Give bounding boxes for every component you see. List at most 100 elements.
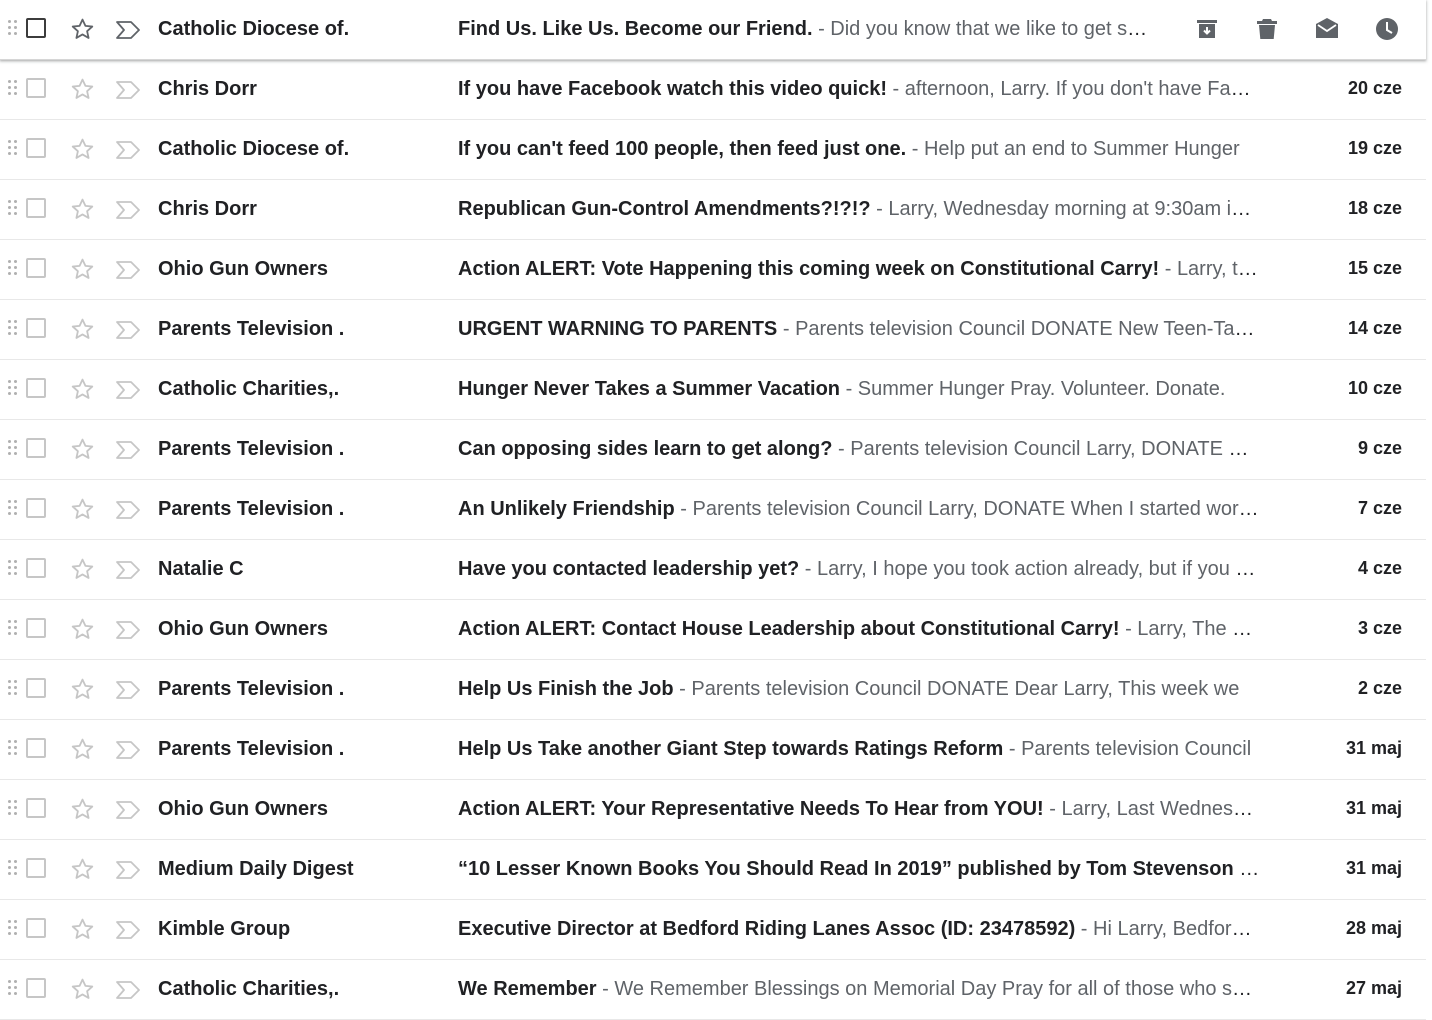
email-row[interactable]: Catholic Diocese of. Find Us. Like Us. B… [0,0,1426,60]
important-marker-icon[interactable] [114,19,142,41]
email-content[interactable]: Help Us Take another Giant Step towards … [458,738,1260,761]
select-checkbox[interactable] [26,738,46,758]
select-checkbox[interactable] [26,918,46,938]
email-row[interactable]: Ohio Gun Owners Action ALERT: Your Repre… [0,780,1426,840]
select-checkbox[interactable] [26,438,46,458]
important-marker-icon[interactable] [114,559,142,581]
email-row[interactable]: Parents Television . URGENT WARNING TO P… [0,300,1426,360]
important-marker-icon[interactable] [114,739,142,761]
star-icon[interactable] [69,136,96,163]
important-marker-icon[interactable] [114,679,142,701]
important-marker-icon[interactable] [114,979,142,1001]
email-content[interactable]: Executive Director at Bedford Riding Lan… [458,918,1260,941]
star-icon[interactable] [69,496,96,523]
drag-handle-icon[interactable] [8,379,18,401]
star-icon[interactable] [69,916,96,943]
email-content[interactable]: Can opposing sides learn to get along? -… [458,438,1260,461]
important-marker-icon[interactable] [114,799,142,821]
email-content[interactable]: Have you contacted leadership yet? - Lar… [458,558,1260,581]
select-checkbox[interactable] [26,678,46,698]
important-marker-icon[interactable] [114,199,142,221]
important-marker-icon[interactable] [114,319,142,341]
important-marker-icon[interactable] [114,379,142,401]
email-content[interactable]: An Unlikely Friendship - Parents televis… [458,498,1260,521]
email-content[interactable]: Action ALERT: Vote Happening this coming… [458,258,1260,281]
select-checkbox[interactable] [26,378,46,398]
star-icon[interactable] [69,676,96,703]
snooze-icon[interactable] [1370,12,1404,46]
drag-handle-icon[interactable] [8,799,18,821]
select-checkbox[interactable] [26,798,46,818]
star-icon[interactable] [69,796,96,823]
email-content[interactable]: Action ALERT: Contact House Leadership a… [458,618,1260,641]
drag-handle-icon[interactable] [8,919,18,941]
email-row[interactable]: Ohio Gun Owners Action ALERT: Contact Ho… [0,600,1426,660]
star-icon[interactable] [69,976,96,1003]
email-row[interactable]: Parents Television . An Unlikely Friends… [0,480,1426,540]
star-icon[interactable] [69,556,96,583]
important-marker-icon[interactable] [114,139,142,161]
drag-handle-icon[interactable] [8,319,18,341]
email-row[interactable]: Catholic Diocese of. If you can't feed 1… [0,120,1426,180]
drag-handle-icon[interactable] [8,499,18,521]
email-row[interactable]: Parents Television . Help Us Take anothe… [0,720,1426,780]
drag-handle-icon[interactable] [8,619,18,641]
select-checkbox[interactable] [26,318,46,338]
email-row[interactable]: Parents Television . Help Us Finish the … [0,660,1426,720]
star-icon[interactable] [69,256,96,283]
important-marker-icon[interactable] [114,499,142,521]
email-content[interactable]: “10 Lesser Known Books You Should Read I… [458,858,1260,881]
select-checkbox[interactable] [26,858,46,878]
email-row[interactable]: Catholic Charities,. Hunger Never Takes … [0,360,1426,420]
important-marker-icon[interactable] [114,619,142,641]
drag-handle-icon[interactable] [8,739,18,761]
star-icon[interactable] [69,736,96,763]
drag-handle-icon[interactable] [8,559,18,581]
star-icon[interactable] [69,376,96,403]
email-content[interactable]: Action ALERT: Your Representative Needs … [458,798,1260,821]
drag-handle-icon[interactable] [8,979,18,1001]
email-content[interactable]: If you have Facebook watch this video qu… [458,78,1260,101]
email-row[interactable]: Chris Dorr Republican Gun-Control Amendm… [0,180,1426,240]
drag-handle-icon[interactable] [8,199,18,221]
email-row[interactable]: Chris Dorr If you have Facebook watch th… [0,60,1426,120]
email-row[interactable]: Medium Daily Digest “10 Lesser Known Boo… [0,840,1426,900]
archive-icon[interactable] [1190,12,1224,46]
email-content[interactable]: If you can't feed 100 people, then feed … [458,138,1260,161]
select-checkbox[interactable] [26,258,46,278]
important-marker-icon[interactable] [114,919,142,941]
email-content[interactable]: URGENT WARNING TO PARENTS - Parents tele… [458,318,1260,341]
drag-handle-icon[interactable] [8,79,18,101]
email-content[interactable]: Hunger Never Takes a Summer Vacation - S… [458,378,1260,401]
star-icon[interactable] [69,436,96,463]
drag-handle-icon[interactable] [8,439,18,461]
drag-handle-icon[interactable] [8,679,18,701]
email-row[interactable]: Catholic Charities,. We Remember - We Re… [0,960,1426,1020]
email-row[interactable]: Ohio Gun Owners Action ALERT: Vote Happe… [0,240,1426,300]
mark-as-read-icon[interactable] [1310,12,1344,46]
email-content[interactable]: Find Us. Like Us. Become our Friend. - D… [458,18,1158,41]
select-checkbox[interactable] [26,18,46,38]
important-marker-icon[interactable] [114,259,142,281]
email-row[interactable]: Natalie C Have you contacted leadership … [0,540,1426,600]
select-checkbox[interactable] [26,78,46,98]
drag-handle-icon[interactable] [8,259,18,281]
important-marker-icon[interactable] [114,439,142,461]
email-content[interactable]: Help Us Finish the Job - Parents televis… [458,678,1260,701]
drag-handle-icon[interactable] [8,859,18,881]
star-icon[interactable] [69,616,96,643]
email-content[interactable]: We Remember - We Remember Blessings on M… [458,978,1260,1001]
email-row[interactable]: Parents Television . Can opposing sides … [0,420,1426,480]
drag-handle-icon[interactable] [8,19,18,41]
star-icon[interactable] [69,76,96,103]
star-icon[interactable] [69,316,96,343]
important-marker-icon[interactable] [114,79,142,101]
trash-icon[interactable] [1250,12,1284,46]
select-checkbox[interactable] [26,198,46,218]
star-icon[interactable] [69,16,96,43]
select-checkbox[interactable] [26,618,46,638]
select-checkbox[interactable] [26,978,46,998]
select-checkbox[interactable] [26,558,46,578]
email-row[interactable]: Kimble Group Executive Director at Bedfo… [0,900,1426,960]
select-checkbox[interactable] [26,498,46,518]
